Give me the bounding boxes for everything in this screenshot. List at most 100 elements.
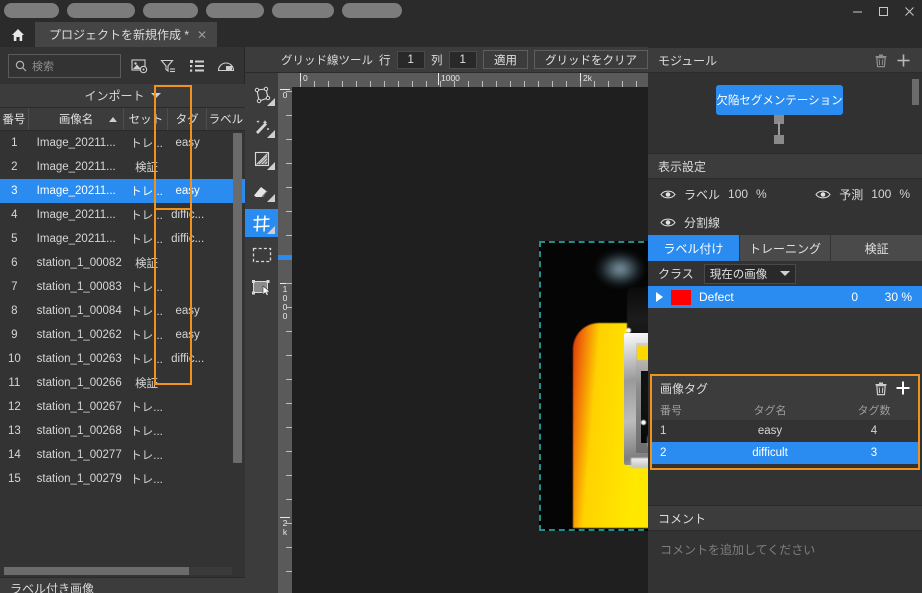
image-tag-add-button[interactable] <box>892 377 914 399</box>
module-node-defect-segmentation[interactable]: 欠陥セグメンテーション <box>716 85 843 115</box>
menu-item-3[interactable] <box>143 3 198 18</box>
cell-name: station_1_00277 <box>36 449 122 461</box>
search-input[interactable]: 検索 <box>8 53 121 78</box>
module-canvas-scrollbar[interactable] <box>912 79 919 105</box>
image-list-scrollbar-thumb[interactable] <box>233 133 242 463</box>
table-row[interactable]: 7 station_1_00083 トレ... <box>0 275 245 299</box>
plus-icon <box>897 54 909 66</box>
table-row[interactable]: 11 station_1_00266 検証 <box>0 371 245 395</box>
gallery-view-icon[interactable] <box>215 55 237 77</box>
image-selection-frame[interactable] <box>539 241 648 531</box>
magic-wand-tool-icon[interactable] <box>245 113 278 141</box>
table-row[interactable]: 4 Image_20211... トレ... diffic... <box>0 203 245 227</box>
workflow-tabs[interactable]: ラベル付け トレーニング 検証 <box>648 235 922 261</box>
cell-num: 2 <box>11 161 18 173</box>
gradient-tool-icon[interactable] <box>245 145 278 173</box>
cell-tag: diffic... <box>171 209 205 221</box>
menu-item-2[interactable] <box>67 3 135 18</box>
tool-expand-corner <box>267 162 275 170</box>
prediction-row-unit: % <box>899 187 910 201</box>
menu-item-1[interactable] <box>4 3 59 18</box>
grid-tool-icon[interactable] <box>245 209 278 237</box>
expand-triangle-icon[interactable] <box>656 292 663 302</box>
cell-tag: easy <box>175 329 200 341</box>
marquee-select-tool-icon[interactable] <box>245 241 278 269</box>
image-list-hscrollbar-thumb[interactable] <box>4 567 189 575</box>
clear-grid-button[interactable]: グリッドをクリア <box>534 50 648 69</box>
polygon-tool-icon[interactable] <box>245 81 278 109</box>
grid-cols-input[interactable]: 1 <box>448 50 477 69</box>
cell-name: station_1_00263 <box>36 353 122 365</box>
workflow-tab-3[interactable]: 検証 <box>831 235 922 261</box>
table-row[interactable]: 15 station_1_00279 トレ... <box>0 467 245 491</box>
column-header-set[interactable]: セット <box>124 108 169 130</box>
label-row-unit: % <box>756 187 767 201</box>
import-button[interactable]: インポート <box>0 84 245 108</box>
list-view-icon[interactable] <box>186 55 208 77</box>
image-tag-row[interactable]: 2 difficult 3 <box>652 442 918 464</box>
column-header-num[interactable]: 番号 <box>0 108 29 130</box>
class-list[interactable]: Defect 0 30 % <box>648 286 922 308</box>
workflow-tab-1[interactable]: ラベル付け <box>648 235 740 261</box>
eraser-tool-icon[interactable] <box>245 177 278 205</box>
table-row[interactable]: 2 Image_20211... 検証 <box>0 155 245 179</box>
label-row-value[interactable]: 100 <box>728 187 748 201</box>
table-row[interactable]: 9 station_1_00262 トレ... easy <box>0 323 245 347</box>
comment-section-header: コメント <box>648 505 922 531</box>
workflow-tab-2[interactable]: トレーニング <box>739 235 832 261</box>
table-row[interactable]: 3 Image_20211... トレ... easy <box>0 179 245 203</box>
prediction-visibility-group[interactable]: 予測 100 % <box>815 186 910 203</box>
prediction-row-value[interactable]: 100 <box>871 187 891 201</box>
column-header-label[interactable]: ラベル <box>207 108 245 130</box>
table-row[interactable]: 10 station_1_00263 トレ... diffic... <box>0 347 245 371</box>
label-visibility-group[interactable]: ラベル 100 % <box>660 186 767 203</box>
move-select-tool-icon[interactable] <box>245 273 278 301</box>
filter-icon[interactable] <box>157 55 179 77</box>
segmentation-line-group[interactable]: 分割線 <box>660 214 720 231</box>
table-row[interactable]: 8 station_1_00084 トレ... easy <box>0 299 245 323</box>
cell-num: 14 <box>7 449 21 461</box>
table-row[interactable]: 1 Image_20211... トレ... easy <box>0 131 245 155</box>
column-header-tag[interactable]: タグ <box>168 108 207 130</box>
table-row[interactable]: 5 Image_20211... トレ... diffic... <box>0 227 245 251</box>
menu-item-5[interactable] <box>272 3 334 18</box>
table-row[interactable]: 13 station_1_00268 トレ... <box>0 419 245 443</box>
minimize-button[interactable] <box>844 0 870 22</box>
segmentation-line-name: 分割線 <box>684 215 721 230</box>
class-count: 0 <box>851 290 858 304</box>
comment-input[interactable]: コメントを追加してください <box>648 531 922 593</box>
close-button[interactable] <box>896 0 922 22</box>
class-color-swatch[interactable] <box>671 289 691 305</box>
sort-ascending-icon <box>109 116 118 122</box>
module-delete-button[interactable] <box>870 49 892 71</box>
home-button[interactable] <box>0 22 35 47</box>
cell-tag: easy <box>175 137 200 149</box>
table-row[interactable]: 14 station_1_00277 トレ... <box>0 443 245 467</box>
table-row[interactable]: 12 station_1_00267 トレ... <box>0 395 245 419</box>
tab-bar: プロジェクトを新規作成 * ✕ <box>0 22 922 47</box>
class-list-item[interactable]: Defect 0 30 % <box>648 286 922 308</box>
module-add-button[interactable] <box>892 49 914 71</box>
image-tag-table-body[interactable]: 1 easy 4 2 difficult 3 <box>652 420 918 464</box>
class-label: クラス <box>658 267 694 281</box>
menu-item-4[interactable] <box>206 3 264 18</box>
maximize-button[interactable] <box>870 0 896 22</box>
image-table-body[interactable]: 1 Image_20211... トレ... easy 2 Image_20211... 検… <box>0 131 245 565</box>
project-tab[interactable]: プロジェクトを新規作成 * ✕ <box>35 22 218 47</box>
menu-item-6[interactable] <box>342 3 402 18</box>
column-header-name[interactable]: 画像名 <box>29 108 125 130</box>
grid-rows-input[interactable]: 1 <box>396 50 425 69</box>
tab-close-icon[interactable]: ✕ <box>195 28 209 42</box>
image-canvas[interactable] <box>292 87 648 593</box>
class-scope-select[interactable]: 現在の画像 <box>703 263 796 284</box>
tool-expand-corner <box>267 98 275 106</box>
cell-name: station_1_00262 <box>36 329 122 341</box>
image-settings-icon[interactable] <box>128 55 150 77</box>
apply-grid-button[interactable]: 適用 <box>483 50 528 69</box>
cell-tag <box>169 395 207 419</box>
class-percent: 30 % <box>884 290 912 304</box>
table-row[interactable]: 6 station_1_00082 検証 <box>0 251 245 275</box>
image-tag-row[interactable]: 1 easy 4 <box>652 420 918 442</box>
image-tag-delete-button[interactable] <box>870 377 892 399</box>
module-graph-canvas[interactable]: 欠陥セグメンテーション <box>648 73 922 153</box>
